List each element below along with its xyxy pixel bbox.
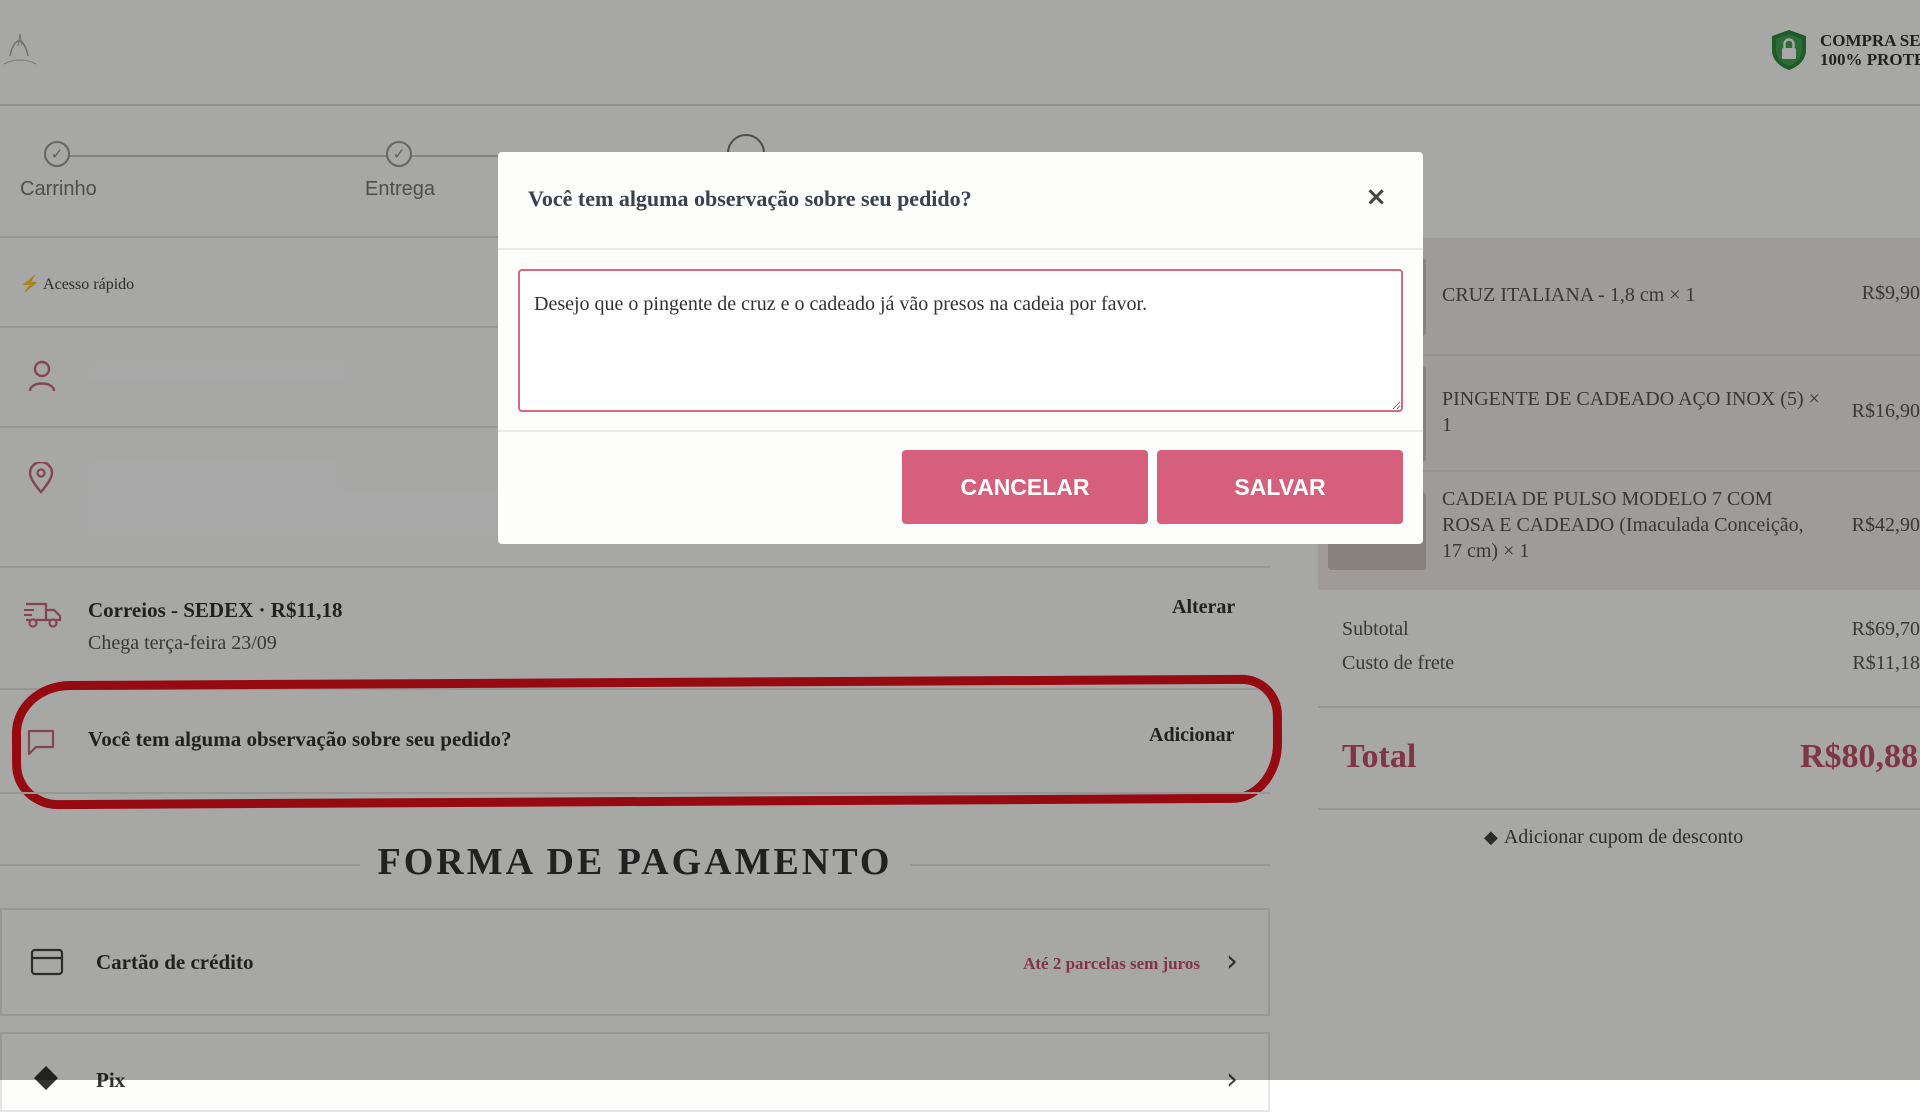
modal-divider [498,430,1423,432]
observation-textarea[interactable] [518,269,1403,412]
save-button[interactable]: SALVAR [1157,450,1403,524]
cancel-button[interactable]: CANCELAR [902,450,1148,524]
modal-divider [498,248,1423,250]
close-icon[interactable]: × [1365,182,1387,212]
observation-modal: Você tem alguma observação sobre seu ped… [498,152,1423,544]
modal-title: Você tem alguma observação sobre seu ped… [528,186,972,211]
